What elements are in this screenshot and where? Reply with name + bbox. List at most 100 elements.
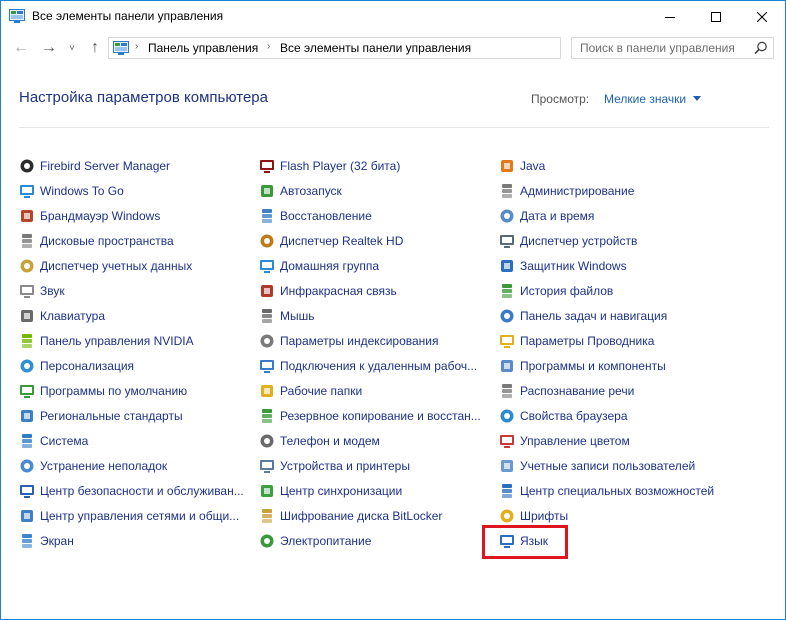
- control-panel-item[interactable]: Устройства и принтеры: [259, 453, 481, 478]
- control-panel-item[interactable]: Электропитание: [259, 528, 481, 553]
- chevron-down-icon: ˅: [69, 43, 75, 53]
- control-panel-item[interactable]: История файлов: [499, 278, 714, 303]
- recent-locations-button[interactable]: ˅: [65, 38, 79, 58]
- control-panel-item[interactable]: Домашняя группа: [259, 253, 481, 278]
- minimize-button[interactable]: [647, 1, 693, 32]
- control-panel-item[interactable]: Параметры Проводника: [499, 328, 714, 353]
- view-by-dropdown[interactable]: Мелкие значки: [604, 92, 686, 106]
- item-label: Региональные стандарты: [40, 408, 183, 423]
- breadcrumb-separator-icon[interactable]: ›: [135, 41, 138, 52]
- control-panel-item[interactable]: Диспетчер учетных данных: [19, 253, 244, 278]
- indexing-icon: [259, 333, 275, 349]
- item-label: Автозапуск: [280, 183, 342, 198]
- control-panel-item[interactable]: Брандмауэр Windows: [19, 203, 244, 228]
- control-panel-item[interactable]: Программы по умолчанию: [19, 378, 244, 403]
- security-maintenance-icon: [19, 483, 35, 499]
- item-label: Параметры индексирования: [280, 333, 439, 348]
- bitlocker-icon: [259, 508, 275, 524]
- control-panel-item[interactable]: Дисковые пространства: [19, 228, 244, 253]
- control-panel-item[interactable]: Диспетчер Realtek HD: [259, 228, 481, 253]
- back-button[interactable]: ←: [11, 38, 31, 58]
- control-panel-item[interactable]: Управление цветом: [499, 428, 714, 453]
- control-panel-item[interactable]: Диспетчер устройств: [499, 228, 714, 253]
- control-panel-item[interactable]: Экран: [19, 528, 244, 553]
- item-label: Устройства и принтеры: [280, 458, 410, 473]
- search-box[interactable]: [571, 37, 774, 59]
- control-panel-item[interactable]: Администрирование: [499, 178, 714, 203]
- item-label: Параметры Проводника: [520, 333, 655, 348]
- item-label: Домашняя группа: [280, 258, 380, 273]
- control-panel-item[interactable]: Персонализация: [19, 353, 244, 378]
- control-panel-item[interactable]: Мышь: [259, 303, 481, 328]
- control-panel-item[interactable]: Устранение неполадок: [19, 453, 244, 478]
- item-label: Клавиатура: [40, 308, 105, 323]
- firebird-icon: [19, 158, 35, 174]
- taskbar-icon: [499, 308, 515, 324]
- chevron-down-icon[interactable]: [693, 96, 701, 101]
- item-label: Подключения к удаленным рабоч...: [280, 358, 478, 373]
- title-bar[interactable]: Все элементы панели управления: [1, 1, 785, 32]
- control-panel-item[interactable]: Программы и компоненты: [499, 353, 714, 378]
- speech-icon: [499, 383, 515, 399]
- control-panel-item[interactable]: Телефон и модем: [259, 428, 481, 453]
- breadcrumb-control-panel[interactable]: Панель управления: [148, 41, 258, 55]
- control-panel-item[interactable]: Региональные стандарты: [19, 403, 244, 428]
- item-label: Брандмауэр Windows: [40, 208, 161, 223]
- control-panel-item[interactable]: Защитник Windows: [499, 253, 714, 278]
- backup-icon: [259, 408, 275, 424]
- control-panel-item[interactable]: Резервное копирование и восстан...: [259, 403, 481, 428]
- control-panel-item[interactable]: Центр специальных возможностей: [499, 478, 714, 503]
- minimize-icon: [665, 16, 675, 18]
- region-icon: [19, 408, 35, 424]
- control-panel-item[interactable]: Свойства браузера: [499, 403, 714, 428]
- control-panel-item[interactable]: Панель задач и навигация: [499, 303, 714, 328]
- items-column-3: Java Администрирование Дата и время Диспетч…: [499, 153, 714, 553]
- control-panel-item[interactable]: Flash Player (32 бита): [259, 153, 481, 178]
- control-panel-item[interactable]: Автозапуск: [259, 178, 481, 203]
- close-button[interactable]: [739, 1, 785, 32]
- troubleshooting-icon: [19, 458, 35, 474]
- item-label: Программы по умолчанию: [40, 383, 188, 398]
- control-panel-item[interactable]: Java: [499, 153, 714, 178]
- windows-to-go-icon: [19, 183, 35, 199]
- control-panel-item[interactable]: Дата и время: [499, 203, 714, 228]
- control-panel-item[interactable]: Инфракрасная связь: [259, 278, 481, 303]
- maximize-button[interactable]: [693, 1, 739, 32]
- navigation-row: ← → ˅ ↑ › Панель управления › Все элемен…: [1, 32, 785, 64]
- search-icon[interactable]: [754, 41, 768, 55]
- control-panel-item[interactable]: Распознавание речи: [499, 378, 714, 403]
- item-label: Панель управления NVIDIA: [40, 333, 194, 348]
- control-panel-item[interactable]: Рабочие папки: [259, 378, 481, 403]
- credential-manager-icon: [19, 258, 35, 274]
- control-panel-item[interactable]: Шифрование диска BitLocker: [259, 503, 481, 528]
- control-panel-item[interactable]: Подключения к удаленным рабоч...: [259, 353, 481, 378]
- breadcrumb-separator-icon[interactable]: ›: [267, 41, 270, 52]
- control-panel-item[interactable]: Звук: [19, 278, 244, 303]
- up-button[interactable]: ↑: [85, 38, 105, 58]
- control-panel-item[interactable]: Восстановление: [259, 203, 481, 228]
- item-label: Звук: [40, 283, 65, 298]
- forward-button[interactable]: →: [39, 38, 59, 58]
- personalization-icon: [19, 358, 35, 374]
- breadcrumb-all-items[interactable]: Все элементы панели управления: [280, 41, 471, 55]
- control-panel-item[interactable]: Клавиатура: [19, 303, 244, 328]
- control-panel-item[interactable]: Параметры индексирования: [259, 328, 481, 353]
- control-panel-item[interactable]: Учетные записи пользователей: [499, 453, 714, 478]
- item-label: Диспетчер Realtek HD: [280, 233, 404, 248]
- address-bar[interactable]: › Панель управления › Все элементы панел…: [108, 37, 658, 59]
- control-panel-item[interactable]: Система: [19, 428, 244, 453]
- item-label: Мышь: [280, 308, 315, 323]
- item-label: Диспетчер устройств: [520, 233, 638, 248]
- control-panel-item[interactable]: Windows To Go: [19, 178, 244, 203]
- sound-icon: [19, 283, 35, 299]
- control-panel-item[interactable]: Центр управления сетями и общи...: [19, 503, 244, 528]
- devices-printers-icon: [259, 458, 275, 474]
- control-panel-item[interactable]: Панель управления NVIDIA: [19, 328, 244, 353]
- control-panel-icon: [9, 9, 25, 23]
- item-label: Защитник Windows: [520, 258, 627, 273]
- control-panel-item[interactable]: Центр синхронизации: [259, 478, 481, 503]
- control-panel-item[interactable]: Firebird Server Manager: [19, 153, 244, 178]
- search-input[interactable]: [580, 40, 740, 56]
- control-panel-item[interactable]: Центр безопасности и обслуживан...: [19, 478, 244, 503]
- explorer-options-icon: [499, 333, 515, 349]
